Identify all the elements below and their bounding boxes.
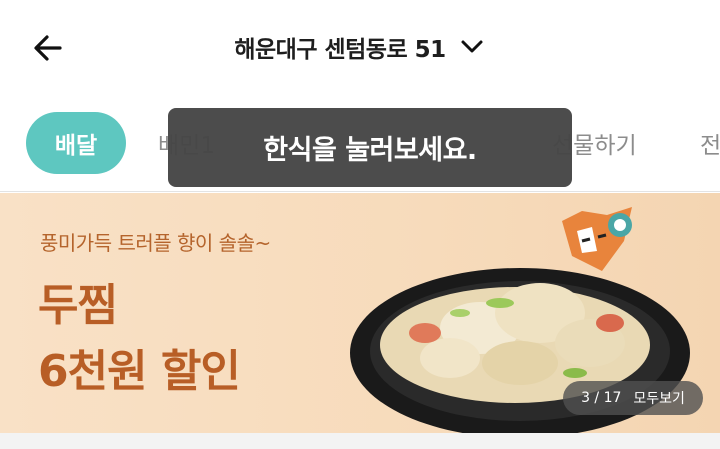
- address-label: 해운대구 센텀동로 51: [234, 37, 446, 63]
- banner-subtitle: 풍미가득 트러플 향이 솔솔~: [40, 231, 271, 255]
- chevron-down-icon: [460, 37, 486, 57]
- tab-partial[interactable]: 전: [700, 112, 720, 174]
- view-all-label: 모두보기: [633, 391, 685, 407]
- cat-mascot-icon: [562, 207, 632, 271]
- address-selector[interactable]: 해운대구 센텀동로 51: [0, 30, 720, 64]
- banner-title-line2: 6천원 할인: [38, 346, 241, 397]
- toast-message: 한식을 눌러보세요.: [168, 108, 572, 187]
- banner-counter-button[interactable]: 3 / 17 모두보기: [563, 381, 703, 415]
- top-app-bar: 해운대구 센텀동로 51: [0, 0, 720, 96]
- section-divider: [0, 433, 720, 449]
- banner-page-indicator: 3 / 17: [581, 390, 622, 406]
- promo-banner[interactable]: 풍미가득 트러플 향이 솔솔~ 두찜 6천원 할인 3 / 17 모두보기: [0, 193, 720, 433]
- tab-delivery[interactable]: 배달: [26, 112, 126, 174]
- banner-title-line1: 두찜: [38, 280, 118, 331]
